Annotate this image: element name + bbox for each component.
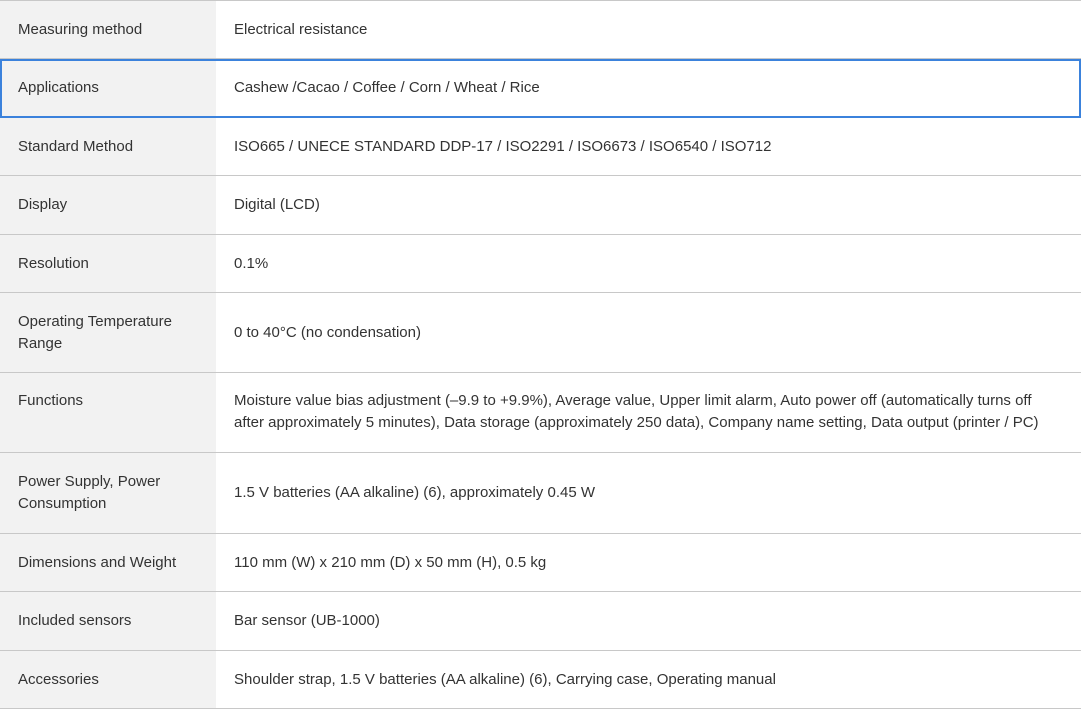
spec-label: Standard Method [0, 118, 216, 175]
spec-label: Power Supply, Power Consumption [0, 453, 216, 533]
spec-label: Resolution [0, 235, 216, 292]
spec-label: Display [0, 176, 216, 234]
spec-value: ISO665 / UNECE STANDARD DDP-17 / ISO2291… [234, 137, 772, 155]
spec-row-functions: Functions Moisture value bias adjustment… [0, 373, 1081, 453]
spec-row-included-sensors: Included sensors Bar sensor (UB-1000) [0, 592, 1081, 651]
spec-value: Moisture value bias adjustment (–9.9 to … [234, 392, 1039, 431]
spec-row-standard-method: Standard Method ISO665 / UNECE STANDARD … [0, 118, 1081, 176]
spec-row-accessories: Accessories Shoulder strap, 1.5 V batter… [0, 651, 1081, 709]
spec-label: Operating Temperature Range [0, 293, 216, 372]
spec-label: Accessories [0, 651, 216, 708]
spec-value: 1.5 V batteries (AA alkaline) (6), appro… [234, 484, 595, 501]
spec-label: Measuring method [0, 1, 216, 58]
spec-label: Included sensors [0, 592, 216, 650]
spec-label: Functions [0, 373, 216, 452]
spec-row-operating-temperature: Operating Temperature Range 0 to 40°C (n… [0, 293, 1081, 373]
spec-row-display: Display Digital (LCD) [0, 176, 1081, 235]
spec-row-power-supply: Power Supply, Power Consumption 1.5 V ba… [0, 453, 1081, 534]
spec-table: Measuring method Electrical resistance A… [0, 0, 1081, 709]
spec-value: 110 mm (W) x 210 mm (D) x 50 mm (H), 0.5… [234, 553, 547, 571]
spec-label: Dimensions and Weight [0, 534, 216, 591]
spec-label: Applications [0, 59, 216, 117]
spec-value: 0 to 40°C (no condensation) [234, 323, 421, 341]
spec-row-applications[interactable]: Applications Cashew /Cacao / Coffee / Co… [0, 59, 1081, 118]
spec-row-measuring-method: Measuring method Electrical resistance [0, 1, 1081, 59]
spec-value: Cashew /Cacao / Coffee / Corn / Wheat / … [234, 79, 540, 96]
spec-value: Digital (LCD) [234, 196, 320, 213]
spec-value: Electrical resistance [234, 20, 368, 38]
spec-row-dimensions-weight: Dimensions and Weight 110 mm (W) x 210 m… [0, 534, 1081, 592]
spec-value: 0.1% [234, 254, 269, 272]
spec-row-resolution: Resolution 0.1% [0, 235, 1081, 293]
spec-value: Shoulder strap, 1.5 V batteries (AA alka… [234, 670, 776, 688]
spec-value: Bar sensor (UB-1000) [234, 612, 380, 629]
